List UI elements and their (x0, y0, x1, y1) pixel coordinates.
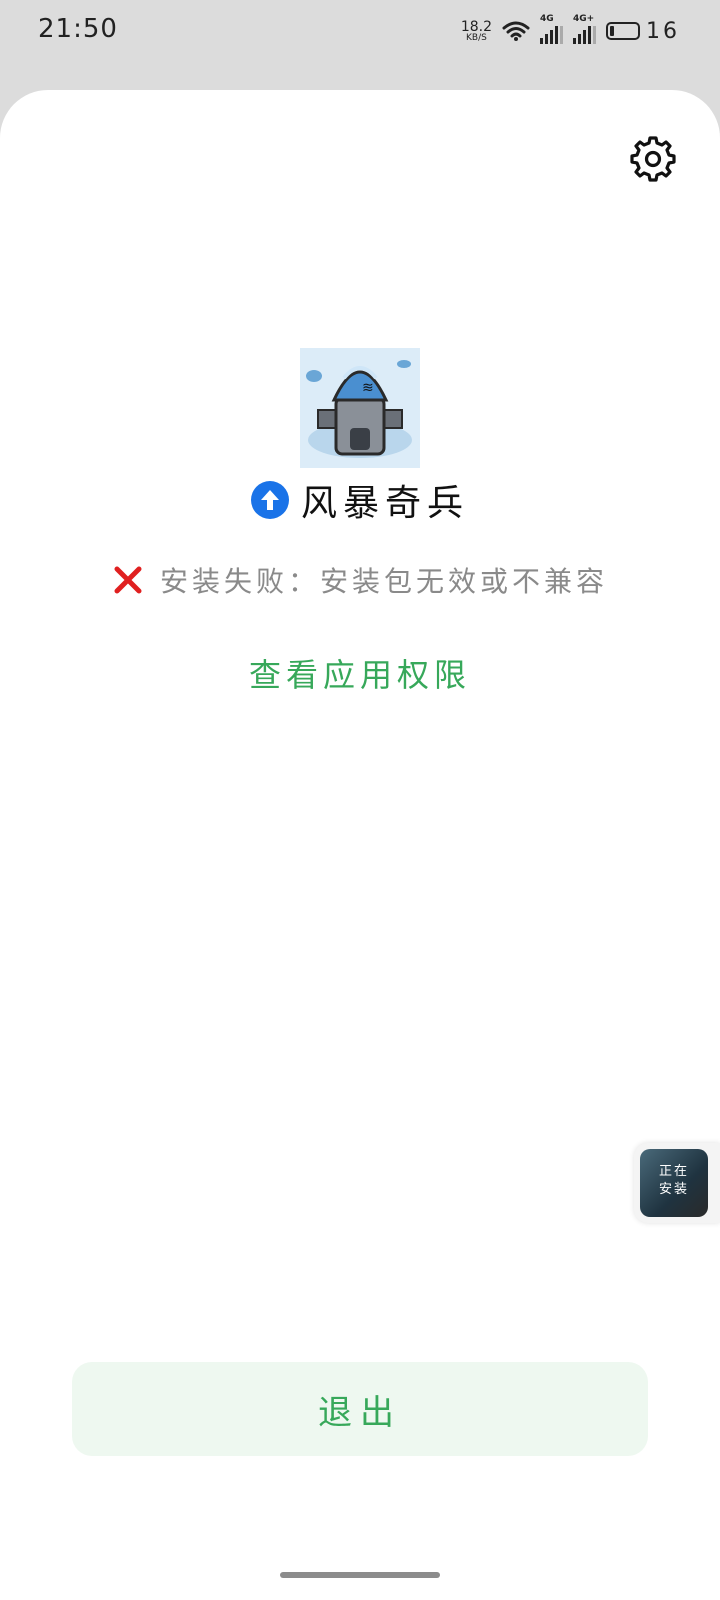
installing-label-line2: 安装 (658, 1182, 689, 1197)
install-screen: 21:50 18.2 KB/S 4G 4G+ 16 ≋ 风暴奇兵 安装失败：安装… (0, 0, 720, 1600)
battery-indicator: 16 (606, 19, 680, 44)
gear-icon[interactable] (628, 134, 678, 184)
installing-floating-widget[interactable]: 正在 安装 (634, 1143, 720, 1223)
signal-sim2-tag: 4G+ (573, 14, 595, 24)
installing-label: 正在 安装 (640, 1163, 708, 1199)
status-icons: 18.2 KB/S 4G 4G+ 16 (461, 14, 680, 48)
installing-label-line1: 正在 (658, 1164, 689, 1179)
status-time: 21:50 (38, 14, 118, 44)
installing-app-thumbnail: 正在 安装 (640, 1149, 708, 1217)
signal-sim1-tag: 4G (540, 14, 554, 24)
svg-text:≋: ≋ (362, 380, 374, 396)
signal-sim1-icon: 4G (540, 14, 563, 44)
signal-sim2-icon: 4G+ (573, 14, 596, 44)
home-indicator[interactable] (280, 1572, 440, 1578)
network-speed-unit: KB/S (466, 32, 487, 43)
exit-button[interactable]: 退出 (72, 1362, 648, 1456)
error-message: 安装失败：安装包无效或不兼容 (159, 565, 608, 598)
upload-arrow-icon (250, 481, 289, 519)
battery-level: 16 (646, 18, 680, 44)
wifi-icon (502, 21, 530, 41)
network-speed-value: 18.2 (460, 18, 492, 35)
view-permissions-link[interactable]: 查看应用权限 (0, 650, 720, 696)
network-speed: 18.2 KB/S (461, 20, 492, 43)
install-sheet: ≋ 风暴奇兵 安装失败：安装包无效或不兼容 查看应用权限 正在 安装 退出 (0, 90, 720, 1600)
battery-icon (606, 22, 640, 40)
app-icon: ≋ (300, 348, 420, 468)
app-name: 风暴奇兵 (300, 483, 469, 524)
status-bar: 21:50 18.2 KB/S 4G 4G+ 16 (0, 0, 720, 62)
install-error: 安装失败：安装包无效或不兼容 (0, 558, 720, 602)
app-title-row: 风暴奇兵 (0, 475, 720, 525)
close-x-icon (114, 566, 142, 594)
